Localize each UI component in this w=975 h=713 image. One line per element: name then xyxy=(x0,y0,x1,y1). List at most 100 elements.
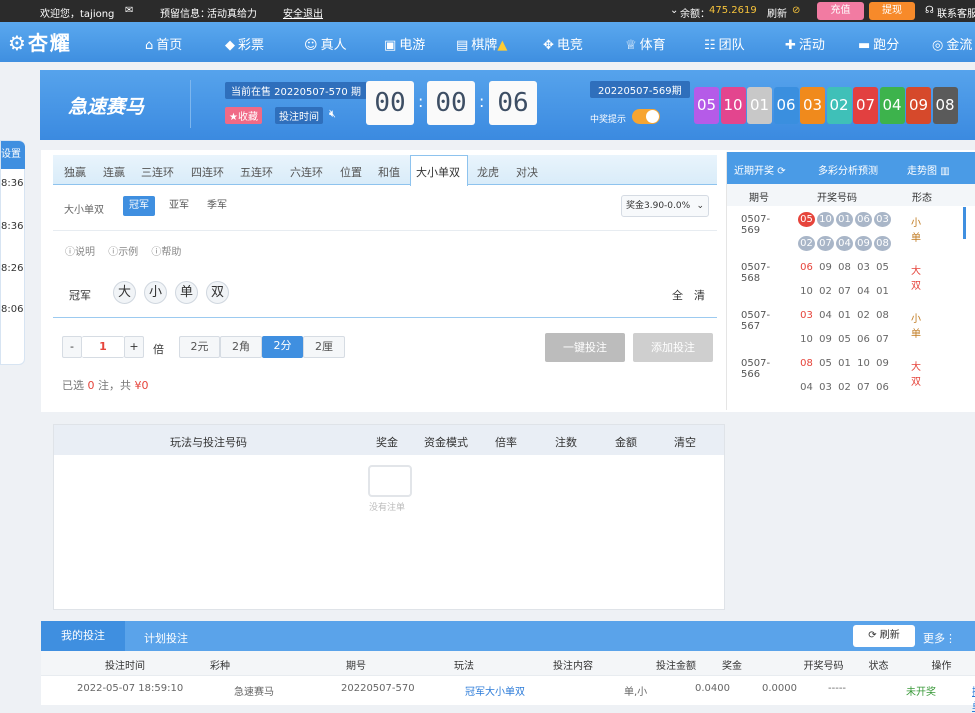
mute-icon[interactable]: 🔇︎ xyxy=(329,107,336,121)
my-bets: 我的投注 计划投注 ⟳ 刷新 更多⋮ 投注时间 彩种 期号 玩法 投注内容 投注金额 奖金 开… xyxy=(41,621,975,713)
nav-item-esports[interactable]: ✥ 电竞 xyxy=(543,34,583,53)
win-notice-toggle[interactable] xyxy=(632,109,660,124)
draw-ball: 09 xyxy=(906,87,931,124)
draw-number: 09 xyxy=(876,358,889,369)
tab-my-bets[interactable]: 我的投注 xyxy=(41,621,125,651)
game-name: 急速赛马 xyxy=(68,96,145,118)
nav-item-run[interactable]: ▬ 跑分 xyxy=(858,34,899,53)
nav-item-cards[interactable]: ▤ 棋牌▲ xyxy=(456,34,510,53)
draw-number: 03 xyxy=(800,310,813,321)
coin-icon: ◎ xyxy=(932,38,944,53)
nav-item-promo[interactable]: ✚ 活动 xyxy=(785,34,825,53)
tab-position[interactable]: 位置 xyxy=(340,164,362,180)
bets-col-header: 投注时间 xyxy=(105,661,145,672)
mail-icon[interactable]: ✉ xyxy=(125,5,133,16)
tab-trend[interactable]: 走势图 ▥ xyxy=(907,162,950,177)
multiplier-input[interactable]: 1 xyxy=(82,336,124,358)
bet-time-button[interactable]: 投注时间 xyxy=(275,107,323,124)
tab-three[interactable]: 三连环 xyxy=(141,164,174,180)
nav-item-team[interactable]: ☷ 团队 xyxy=(704,34,745,53)
bets-col-header: 投注金额 xyxy=(656,661,696,672)
option-even[interactable]: 双 xyxy=(206,281,229,304)
draw-number: 06 xyxy=(857,334,870,345)
select-all[interactable]: 全 xyxy=(672,287,683,303)
example-link[interactable]: 示例 xyxy=(118,247,138,258)
unit-jiao[interactable]: 2角 xyxy=(220,336,262,358)
unit-yuan[interactable]: 2元 xyxy=(179,336,220,358)
nav-item-live[interactable]: ☺ 真人 xyxy=(304,34,347,53)
prize-value: 奖金3.90-0.0% xyxy=(626,201,691,211)
scrollbar[interactable] xyxy=(963,207,966,239)
tab-analysis[interactable]: 多彩分析预测 xyxy=(818,162,878,177)
multiplier-plus[interactable]: + xyxy=(124,336,144,358)
one-click-bet-button[interactable]: 一键投注 xyxy=(545,333,625,362)
nav-item-sports[interactable]: ♕ 体育 xyxy=(625,34,666,53)
draw-number: 01 xyxy=(836,212,853,227)
deposit-button[interactable]: 充值 xyxy=(817,2,864,20)
unit-fen[interactable]: 2分 xyxy=(262,336,303,358)
multiplier-minus[interactable]: - xyxy=(62,336,82,358)
game-header: 急速赛马 当前在售 20220507-570 期 ★收藏 投注时间 🔇︎ 00 … xyxy=(40,70,975,140)
draw-number: 07 xyxy=(876,334,889,345)
recent-shape: 小单 xyxy=(911,218,921,244)
chevron-down-icon[interactable]: ⌄ xyxy=(670,5,678,16)
draw-number: 10 xyxy=(800,286,813,297)
tab-quinella[interactable]: 连赢 xyxy=(103,164,125,180)
unit-li[interactable]: 2厘 xyxy=(303,336,345,358)
tab-bsoe[interactable]: 大小单双 xyxy=(416,164,460,180)
timer-item: 8:36 xyxy=(1,178,24,189)
bets-col-header: 玩法 xyxy=(454,661,474,672)
nav-item-flow[interactable]: ◎ 金流 xyxy=(932,34,972,53)
favorite-button[interactable]: ★收藏 xyxy=(225,107,262,124)
logout-link[interactable]: 安全退出 xyxy=(283,5,323,20)
settings-label[interactable]: 设置 xyxy=(1,141,25,169)
slot-icon: ▣ xyxy=(384,38,397,53)
main-nav: ⚙杏耀 ⌂ 首页 ◆ 彩票 ☺ 真人 ▣ 电游 ▤ 棋牌▲ ✥ 电竞 ♕ 体育 ☷ 团队 ✚ 活动… xyxy=(0,22,975,62)
tab-dragon[interactable]: 龙虎 xyxy=(477,164,499,180)
desc-link[interactable]: 说明 xyxy=(75,247,95,258)
option-small[interactable]: 小 xyxy=(144,281,167,304)
bets-col-header: 开奖号码 xyxy=(803,661,844,672)
option-odd[interactable]: 单 xyxy=(175,281,198,304)
welcome-text: 欢迎您，tajiong xyxy=(40,9,115,20)
more-link[interactable]: 更多⋮ xyxy=(923,630,956,646)
logo[interactable]: ⚙杏耀 xyxy=(8,27,72,56)
bet-cell: 急速赛马 xyxy=(234,687,274,698)
recent-shape: 大双 xyxy=(911,362,921,388)
eye-off-icon[interactable]: ⊘ xyxy=(792,5,800,16)
tab-sum[interactable]: 和值 xyxy=(378,164,400,180)
bets-col-header: 操作 xyxy=(931,661,952,672)
clear-selection[interactable]: 清 xyxy=(694,287,705,303)
timer-item: 8:36 xyxy=(1,221,24,232)
tab-six[interactable]: 六连环 xyxy=(290,164,323,180)
bets-col-header: 奖金 xyxy=(722,661,742,672)
nav-item-slots[interactable]: ▣ 电游 xyxy=(384,34,425,53)
timer-item: 8:26 xyxy=(1,263,24,274)
add-bet-button[interactable]: 添加投注 xyxy=(633,333,713,362)
nav-item-home[interactable]: ⌂ 首页 xyxy=(145,34,182,53)
refresh-balance[interactable]: 刷新 xyxy=(767,5,787,20)
tab-plan-bets[interactable]: 计划投注 xyxy=(144,630,188,646)
help-link[interactable]: 帮助 xyxy=(161,247,181,258)
cart-clear[interactable]: 清空 xyxy=(674,434,696,450)
nav-label: 体育 xyxy=(639,38,666,53)
countdown-minutes: 00 xyxy=(427,81,475,125)
service-link[interactable]: 联系客服 xyxy=(937,5,975,20)
card-icon: ▤ xyxy=(456,38,469,53)
tab-five[interactable]: 五连环 xyxy=(240,164,273,180)
tab-duel[interactable]: 对决 xyxy=(516,164,538,180)
bets-refresh-button[interactable]: ⟳ 刷新 xyxy=(853,625,915,647)
nav-item-lottery[interactable]: ◆ 彩票 xyxy=(225,34,264,53)
bets-col-header: 期号 xyxy=(346,661,366,672)
cart-col-prize: 奖金 xyxy=(376,436,398,449)
tab-recent-draws[interactable]: 近期开奖 ⟳ xyxy=(734,162,786,177)
tab-four[interactable]: 四连环 xyxy=(191,164,224,180)
withdraw-button[interactable]: 提现 xyxy=(869,2,915,20)
subtab-third[interactable]: 季军 xyxy=(201,196,233,216)
subtab-second[interactable]: 亚军 xyxy=(163,196,195,216)
prize-select[interactable]: 奖金3.90-0.0% ⌄ xyxy=(621,195,709,217)
tab-win[interactable]: 独赢 xyxy=(64,164,86,180)
draw-number: 01 xyxy=(838,310,851,321)
option-big[interactable]: 大 xyxy=(113,281,136,304)
subtab-champion[interactable]: 冠军 xyxy=(123,196,155,216)
